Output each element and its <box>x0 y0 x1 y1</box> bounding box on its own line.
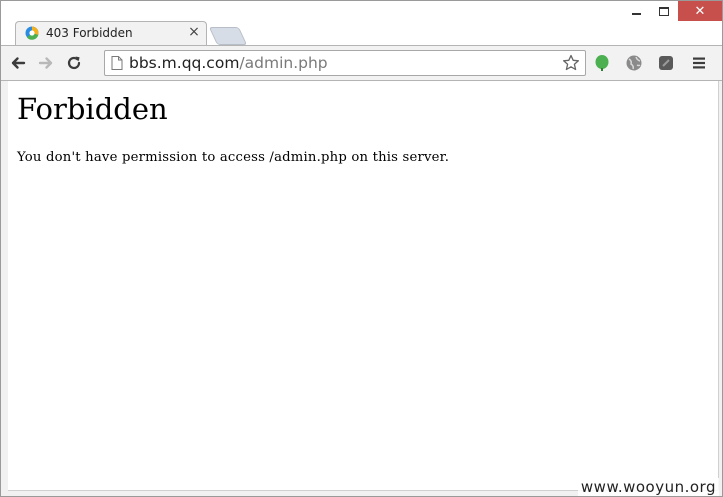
forward-arrow-icon[interactable] <box>37 54 55 72</box>
tab-close-icon[interactable]: × <box>187 25 201 39</box>
hamburger-menu-icon[interactable] <box>690 54 708 72</box>
minimize-button[interactable] <box>622 1 650 21</box>
close-window-button[interactable]: ✕ <box>678 1 722 21</box>
new-tab-button[interactable] <box>208 27 248 45</box>
maximize-button[interactable] <box>650 1 678 21</box>
page-heading: Forbidden <box>17 92 168 126</box>
green-leaf-extension-icon[interactable] <box>593 54 611 72</box>
watermark: www.wooyun.org <box>577 478 719 496</box>
address-bar[interactable]: bbs.m.qq.com/admin.php <box>104 50 586 76</box>
tab-strip: 403 Forbidden × ✕ <box>1 1 722 45</box>
reload-icon[interactable] <box>65 54 83 72</box>
page-icon <box>111 56 123 70</box>
bookmark-star-icon[interactable] <box>562 54 580 72</box>
browser-toolbar: bbs.m.qq.com/admin.php <box>1 45 722 81</box>
page-content: Forbidden You don't have permission to a… <box>8 81 719 491</box>
close-icon: ✕ <box>694 3 706 19</box>
tab-active[interactable]: 403 Forbidden × <box>15 21 207 45</box>
globe-extension-icon[interactable] <box>625 54 643 72</box>
browser-window: 403 Forbidden × ✕ bbs.m.qq.com/admin.php… <box>0 0 723 497</box>
minimize-icon <box>631 13 641 15</box>
window-controls: ✕ <box>622 1 722 23</box>
page-message: You don't have permission to access /adm… <box>17 150 450 165</box>
maximize-icon <box>659 6 669 16</box>
url-host: bbs.m.qq.com <box>129 54 240 72</box>
dark-square-extension-icon[interactable] <box>657 54 675 72</box>
back-arrow-icon[interactable] <box>9 54 27 72</box>
qq-browser-favicon-icon <box>25 26 39 40</box>
url-path: /admin.php <box>239 54 328 72</box>
url-text[interactable]: bbs.m.qq.com/admin.php <box>129 54 328 72</box>
tab-title: 403 Forbidden <box>46 26 133 40</box>
